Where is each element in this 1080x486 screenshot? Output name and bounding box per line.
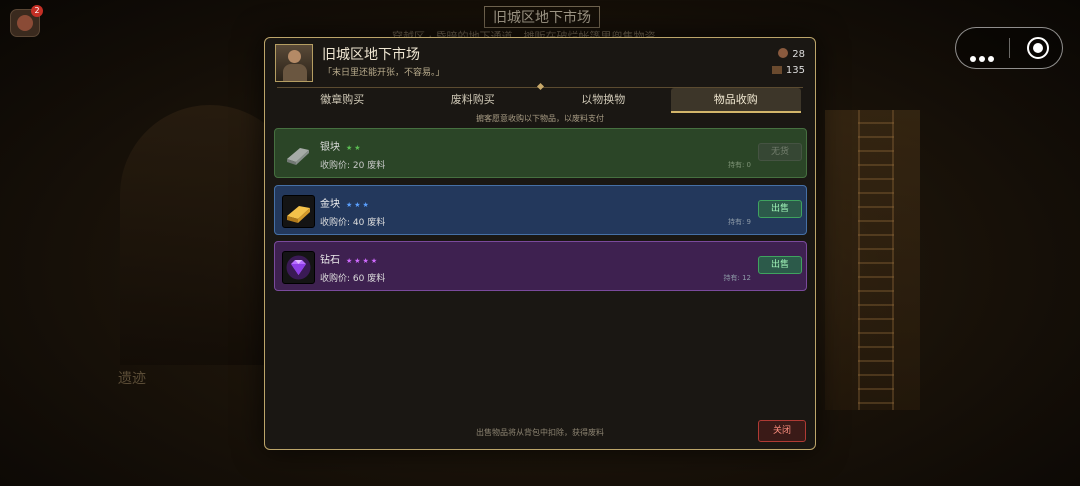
close-button[interactable]: 关闭: [758, 420, 806, 442]
coin-icon: [778, 48, 789, 58]
close-miniprogram-icon[interactable]: [1027, 37, 1049, 59]
item-owned: 持有: 12: [723, 274, 752, 282]
buyback-hint: 掮客愿意收购以下物品，以废料支付: [476, 114, 604, 123]
tab-scrap-purchase[interactable]: 废料购买: [408, 88, 539, 113]
item-price: 收购价: 60 废料: [320, 274, 386, 284]
more-icon[interactable]: [970, 47, 997, 66]
silver-bar-icon: [282, 138, 313, 169]
scrap-icon: [771, 66, 782, 74]
sell-button[interactable]: 出售: [758, 200, 802, 218]
tab-item-buyback[interactable]: 物品收购: [670, 88, 801, 113]
sell-button-disabled: 无货: [758, 143, 802, 161]
scene-title: 旧城区地下市场: [484, 6, 600, 28]
item-owned: 持有: 0: [727, 161, 751, 169]
footer-hint: 出售物品将从背包中扣除，获得废料: [476, 428, 604, 437]
scrap-counter: 135: [771, 65, 805, 76]
item-card-silver: 银块 ★★ 收购价: 20 废料 持有: 0 无货: [274, 128, 807, 178]
coin-value: 28: [792, 49, 805, 60]
item-name: 钻石 ★★★★: [320, 255, 380, 266]
rarity-stars: ★★: [346, 144, 363, 152]
tab-bar: 徽章购买 废料购买 以物换物 物品收购: [277, 88, 803, 113]
market-modal: 旧城区地下市场 「末日里还能开张，不容易。」 28 135 徽章购买 废料购买 …: [264, 37, 816, 450]
merchant-portrait: [275, 44, 313, 82]
rarity-stars: ★★★: [346, 201, 371, 209]
item-price: 收购价: 20 废料: [320, 161, 386, 171]
item-name: 银块 ★★: [320, 142, 363, 153]
tab-barter[interactable]: 以物换物: [538, 88, 669, 113]
merchant-quote: 「末日里还能开张，不容易。」: [323, 68, 445, 78]
tab-badge-purchase[interactable]: 徽章购买: [277, 88, 408, 113]
item-card-gold: 金块 ★★★ 收购价: 40 废料 持有: 9 出售: [274, 185, 807, 235]
item-name: 金块 ★★★: [320, 199, 371, 210]
avatar-icon: [17, 15, 33, 31]
diamond-icon: [282, 251, 315, 284]
miniprogram-capsule[interactable]: [955, 27, 1063, 69]
portrait-head: [288, 50, 301, 63]
notification-badge: 2: [31, 5, 43, 17]
scrap-value: 135: [785, 65, 805, 76]
sell-button[interactable]: 出售: [758, 256, 802, 274]
rarity-stars: ★★★★: [346, 257, 380, 265]
coin-counter: 28: [778, 48, 805, 60]
item-price: 收购价: 40 废料: [320, 218, 386, 228]
portrait-body: [283, 64, 307, 81]
gold-bar-icon: [282, 195, 315, 228]
item-card-diamond: 钻石 ★★★★ 收购价: 60 废料 持有: 12 出售: [274, 241, 807, 291]
background-ladder: [858, 110, 894, 410]
corridor-label: 遗迹: [118, 371, 146, 387]
profile-button[interactable]: 2: [10, 5, 43, 37]
item-owned: 持有: 9: [727, 218, 751, 226]
modal-title: 旧城区地下市场: [322, 47, 420, 63]
capsule-divider: [1009, 38, 1010, 58]
